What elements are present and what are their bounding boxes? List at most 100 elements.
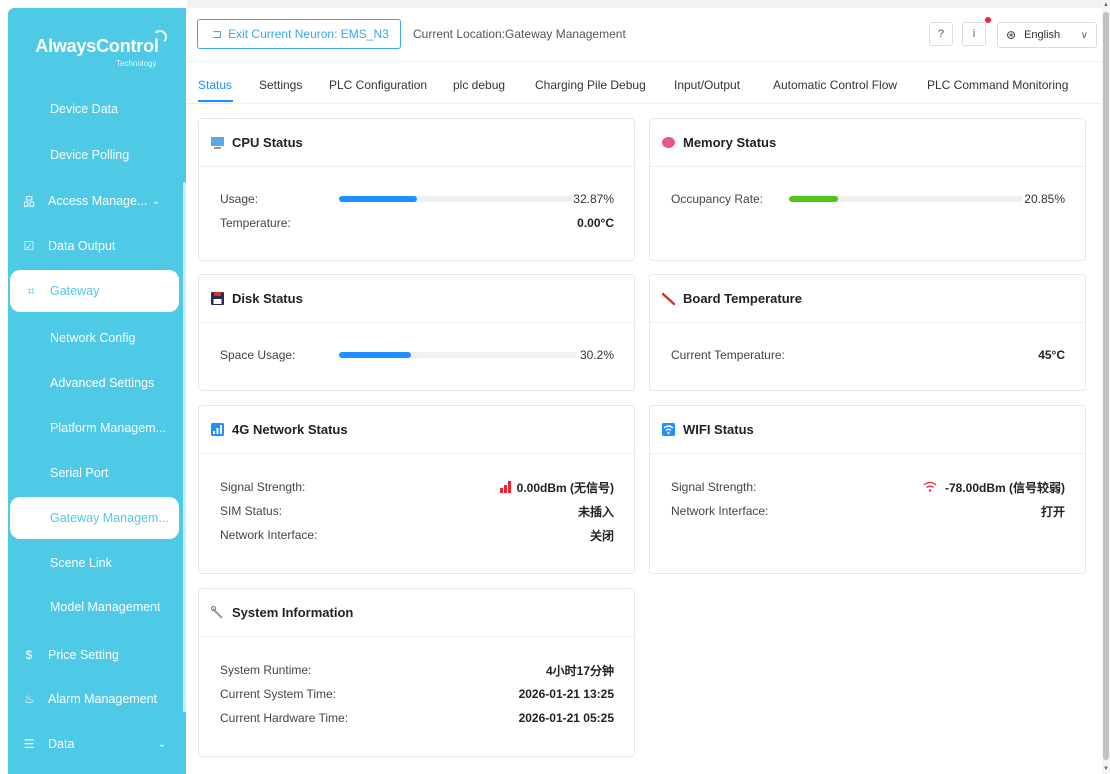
sidebar-item-label: Serial Port — [50, 466, 109, 480]
disk-status-card: Disk Status Space Usage: 30.2% — [198, 274, 635, 391]
scroll-down-icon[interactable]: ▼ — [1102, 766, 1110, 772]
card-title: Memory Status — [683, 135, 777, 150]
sidebar-item-alarm-management[interactable]: ♨ Alarm Management — [8, 682, 178, 716]
cpu-status-card: CPU Status Usage: 32.87% Temperature: 0.… — [198, 118, 635, 261]
sidebar-item-data-output[interactable]: ☑ Data Output — [8, 229, 178, 263]
row-label: Usage: — [220, 192, 259, 206]
tab-settings[interactable]: Settings — [259, 62, 302, 104]
tab-input-output[interactable]: Input/Output — [674, 62, 740, 104]
sidebar-item-access-management[interactable]: 品 Access Manage... ⌄ — [8, 184, 178, 218]
wifi-signal-value-wrap: -78.00dBm (信号较弱) — [923, 479, 1065, 496]
sidebar-item-gateway[interactable]: ⌗ Gateway — [10, 270, 179, 312]
active-tab-indicator — [198, 100, 233, 102]
memory-status-card: Memory Status Occupancy Rate: 20.85% — [649, 118, 1086, 261]
sidebar-item-label: Device Data — [50, 102, 119, 116]
sidebar-item-model-management[interactable]: Model Management — [8, 590, 178, 624]
cpu-usage-bar — [339, 196, 577, 202]
page-scrollbar[interactable]: ▲ ▼ — [1102, 0, 1110, 774]
row-label: Current Temperature: — [671, 348, 785, 362]
memory-occupancy-row: Occupancy Rate: 20.85% — [671, 189, 1065, 209]
scroll-up-icon[interactable]: ▲ — [1102, 2, 1110, 8]
card-title: System Information — [232, 605, 354, 620]
cpu-temp-row: Temperature: 0.00°C — [220, 213, 614, 233]
cpu-usage-value: 32.87% — [573, 192, 614, 206]
system-time-row: Current System Time: 2026-01-21 13:25 — [220, 684, 614, 704]
card-title: Disk Status — [232, 291, 303, 306]
chevron-down-icon: ∨ — [1080, 29, 1088, 41]
disk-space-bar — [339, 352, 577, 358]
exit-neuron-button[interactable]: ⊐ Exit Current Neuron: EMS_N3 — [197, 19, 401, 49]
wifi-signal-value: -78.00dBm (信号较弱) — [944, 480, 1065, 495]
wifi-signal-row: Signal Strength: -78.00dBm (信号较弱) — [671, 477, 1065, 497]
tab-charging-pile-debug[interactable]: Charging Pile Debug — [535, 62, 646, 104]
disk-space-row: Space Usage: 30.2% — [220, 345, 614, 365]
disk-space-bar-fill — [339, 352, 411, 358]
logo: AlwaysControl Technology — [8, 8, 186, 88]
system-time-value: 2026-01-21 13:25 — [518, 687, 614, 701]
list-icon: ☰ — [23, 737, 35, 751]
language-select[interactable]: ⊛ English ∨ — [997, 22, 1097, 48]
system-runtime-value: 4小时17分钟 — [545, 663, 614, 678]
current-location: Current Location:Gateway Management — [413, 27, 626, 41]
sidebar-item-scene-link[interactable]: Scene Link — [8, 546, 178, 580]
card-header: 4G Network Status — [199, 406, 634, 454]
sidebar-item-device-data[interactable]: Device Data — [8, 92, 178, 126]
tab-plc-debug[interactable]: plc debug — [453, 62, 505, 104]
board-temp-value: 45°C — [1038, 348, 1065, 362]
wrench-icon — [211, 606, 223, 619]
board-temp-row: Current Temperature: 45°C — [671, 345, 1065, 365]
row-label: Temperature: — [220, 216, 291, 230]
tab-plc-configuration[interactable]: PLC Configuration — [329, 62, 427, 104]
row-label: Occupancy Rate: — [671, 192, 764, 206]
sidebar-item-price-setting[interactable]: $ Price Setting — [8, 638, 178, 672]
row-label: Current System Time: — [220, 687, 337, 701]
thermometer-icon — [662, 292, 675, 305]
sidebar-panel: AlwaysControl Technology Device Data Dev… — [8, 8, 186, 774]
sidebar-item-network-config[interactable]: Network Config — [8, 321, 178, 355]
sidebar-item-advanced-settings[interactable]: Advanced Settings — [8, 366, 178, 400]
sidebar-item-data[interactable]: ☰ Data ⌄ — [8, 727, 178, 761]
chevron-down-icon: ⌄ — [151, 195, 160, 207]
notification-dot — [985, 17, 991, 23]
card-title: CPU Status — [232, 135, 303, 150]
4g-interface-value: 关闭 — [589, 528, 614, 543]
chevron-down-icon: ⌄ — [157, 738, 166, 750]
card-header: CPU Status — [199, 119, 634, 167]
system-information-card: System Information System Runtime: 4小时17… — [198, 588, 635, 757]
card-header: Disk Status — [199, 275, 634, 323]
signal-bars-icon — [499, 481, 511, 493]
main-content: Status Settings PLC Configuration plc de… — [187, 62, 1102, 774]
sidebar-item-label: Data — [48, 737, 75, 751]
cpu-temp-value: 0.00°C — [577, 216, 614, 230]
sidebar-item-label: Data Output — [48, 239, 116, 253]
memory-occupancy-bar — [789, 196, 1023, 202]
tab-status[interactable]: Status — [198, 62, 232, 104]
sidebar-item-serial-port[interactable]: Serial Port — [8, 456, 178, 490]
cellular-signal-icon — [211, 423, 224, 436]
row-label: Network Interface: — [220, 528, 318, 542]
sidebar-item-label: Network Config — [50, 331, 136, 345]
row-label: System Runtime: — [220, 663, 312, 677]
scrollbar-thumb[interactable] — [1103, 12, 1109, 760]
row-label: Signal Strength: — [671, 480, 757, 494]
hardware-time-row: Current Hardware Time: 2026-01-21 05:25 — [220, 708, 614, 728]
logo-subtitle: Technology — [116, 59, 157, 68]
tab-automatic-control-flow[interactable]: Automatic Control Flow — [773, 62, 897, 104]
header: ⊐ Exit Current Neuron: EMS_N3 Current Lo… — [187, 8, 1102, 62]
sidebar-scrollbar[interactable] — [183, 182, 186, 712]
sidebar-item-label: Price Setting — [48, 648, 119, 662]
row-label: Network Interface: — [671, 504, 769, 518]
system-runtime-row: System Runtime: 4小时17分钟 — [220, 660, 614, 680]
4g-signal-value-wrap: 0.00dBm (无信号) — [499, 479, 614, 496]
sidebar-item-device-polling[interactable]: Device Polling — [8, 138, 178, 172]
sidebar-item-platform-management[interactable]: Platform Managem... — [8, 411, 178, 445]
sidebar-item-gateway-management[interactable]: Gateway Managem... — [10, 497, 179, 539]
card-header: Memory Status — [650, 119, 1085, 167]
4g-signal-value: 0.00dBm (无信号) — [516, 480, 614, 495]
info-icon[interactable]: i — [962, 22, 986, 46]
wifi-interface-value: 打开 — [1040, 504, 1065, 519]
gateway-icon: ⌗ — [27, 283, 35, 298]
exit-icon: ⊐ — [212, 27, 223, 41]
tab-plc-command-monitoring[interactable]: PLC Command Monitoring — [927, 62, 1068, 104]
help-icon[interactable]: ? — [929, 22, 953, 46]
